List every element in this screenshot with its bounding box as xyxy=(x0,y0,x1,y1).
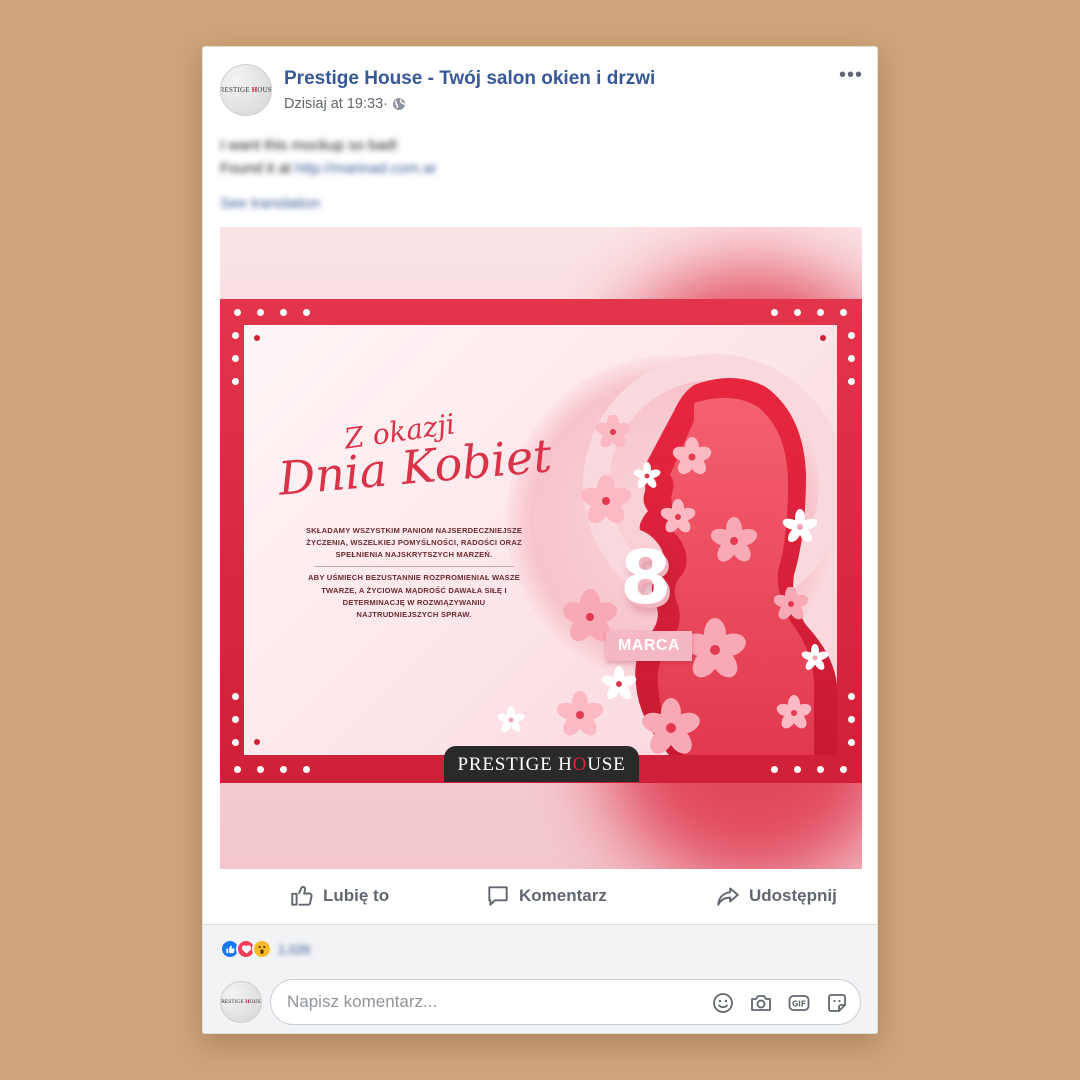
flower-decoration xyxy=(601,666,637,700)
svg-text:GIF: GIF xyxy=(792,999,806,1008)
like-button[interactable]: Lubię to xyxy=(289,883,389,909)
comment-input[interactable] xyxy=(287,992,687,1012)
flower-decoration xyxy=(782,509,818,543)
post-link[interactable]: http://marinad.com.ar xyxy=(295,160,437,177)
comment-bubble-icon xyxy=(488,886,508,906)
post-text-line-1: I want this mockup so bad! xyxy=(220,137,398,154)
post-text-prefix: Found it at xyxy=(220,160,296,177)
flower-decoration xyxy=(710,517,758,562)
globe-icon xyxy=(392,98,405,110)
flower-decoration xyxy=(774,587,808,620)
share-label: Udostępnij xyxy=(749,886,837,905)
wishes-paragraph-2: ABY UŚMIECH BEZUSTANNIE ROZPROMIENIAŁ WA… xyxy=(307,573,521,619)
emoji-icon[interactable] xyxy=(711,991,735,1015)
day-number: 8 xyxy=(620,535,672,621)
see-translation-link[interactable]: See translation xyxy=(220,195,320,212)
sticker-icon[interactable] xyxy=(825,991,849,1015)
gif-icon[interactable]: GIF xyxy=(787,991,811,1015)
wow-reaction-icon xyxy=(252,939,272,959)
wishes-text: SKŁADAMY WSZYSTKIM PANIOM NAJSERDECZNIEJ… xyxy=(304,525,524,621)
flower-decoration xyxy=(660,499,696,533)
reaction-count: 1,026 xyxy=(278,941,311,957)
comment-box: GIF xyxy=(270,979,861,1025)
greeting-card-frame: Z okazji Dnia Kobiet SKŁADAMY WSZYSTKIM … xyxy=(220,299,862,783)
action-bar: Lubię to Komentarz Udostępnij xyxy=(203,873,877,925)
flower-decoration xyxy=(776,695,812,729)
like-label: Lubię to xyxy=(323,886,390,905)
reactions-summary[interactable]: 1,026 xyxy=(220,939,311,959)
post-timestamp[interactable]: Dzisiaj at 19:33· xyxy=(284,96,388,112)
flower-decoration xyxy=(497,706,525,732)
commenter-avatar: PRESTIGE HOUSE xyxy=(220,981,262,1023)
wishes-paragraph-1: SKŁADAMY WSZYSTKIM PANIOM NAJSERDECZNIEJ… xyxy=(305,526,523,560)
flower-decoration xyxy=(642,698,700,754)
flower-decoration xyxy=(672,437,712,475)
flower-decoration xyxy=(801,644,829,670)
post-meta: Dzisiaj at 19:33· xyxy=(284,96,406,112)
post-image[interactable]: Z okazji Dnia Kobiet SKŁADAMY WSZYSTKIM … xyxy=(220,227,862,869)
share-arrow-icon xyxy=(717,887,739,906)
page-name-link[interactable]: Prestige House - Twój salon okien i drzw… xyxy=(284,68,655,90)
avatar-logo: PRESTIGE HOUSE xyxy=(220,86,272,94)
comment-label: Komentarz xyxy=(519,886,607,905)
share-button[interactable]: Udostępnij xyxy=(715,883,837,909)
divider xyxy=(314,566,514,568)
flower-decoration xyxy=(580,475,632,524)
flower-decoration xyxy=(596,415,630,448)
greeting-card-inner: Z okazji Dnia Kobiet SKŁADAMY WSZYSTKIM … xyxy=(244,325,837,755)
camera-icon[interactable] xyxy=(749,991,773,1015)
more-options-icon[interactable]: ••• xyxy=(839,64,863,87)
flower-decoration xyxy=(633,462,661,488)
month-label: MARCA xyxy=(606,631,692,661)
post-footer: 1,026 PRESTIGE HOUSE GIF xyxy=(203,925,877,1033)
avatar-logo: PRESTIGE HOUSE xyxy=(220,999,261,1005)
page-avatar[interactable]: PRESTIGE HOUSE xyxy=(220,64,272,116)
post-card: PRESTIGE HOUSE Prestige House - Twój sal… xyxy=(202,46,878,1034)
brand-logo: Prestige House xyxy=(444,746,639,782)
comment-button[interactable]: Komentarz xyxy=(485,883,607,909)
thumbs-up-icon xyxy=(291,886,313,906)
flower-decoration xyxy=(556,691,604,736)
post-text-line-2: Found it at http://marinad.com.ar xyxy=(220,160,437,177)
